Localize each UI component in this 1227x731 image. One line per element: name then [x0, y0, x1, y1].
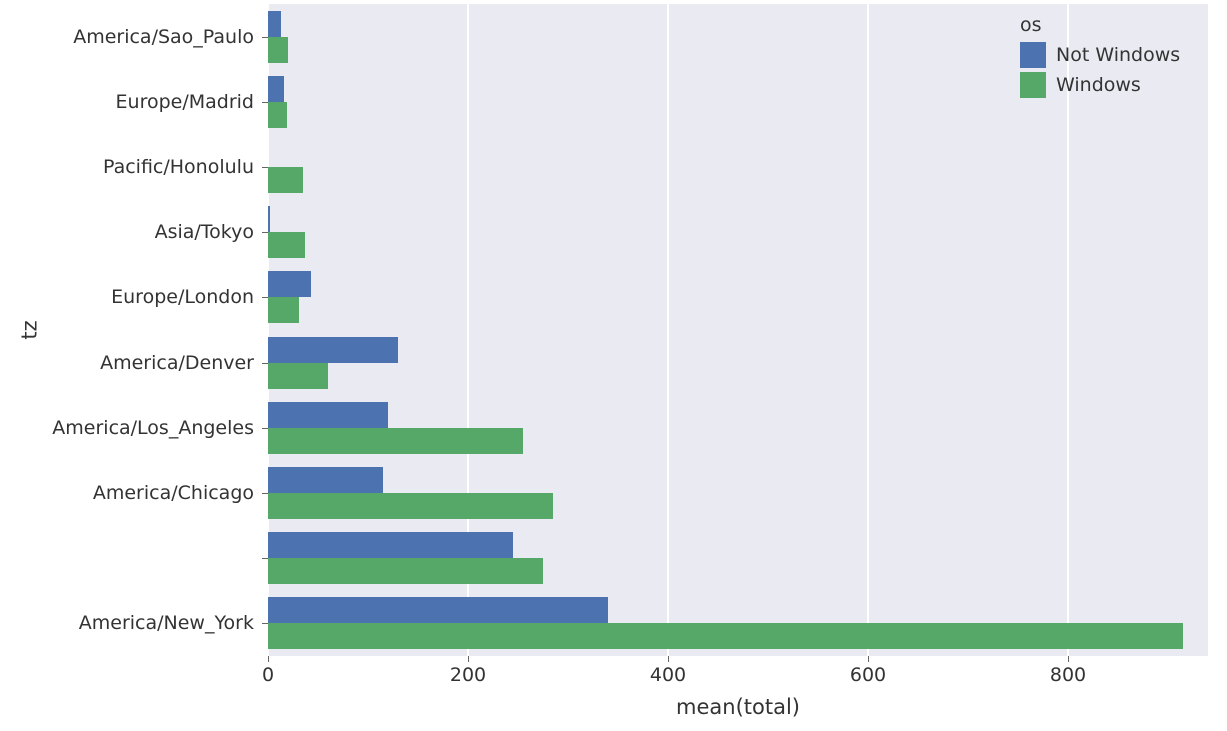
legend-label-windows: Windows [1056, 74, 1141, 96]
x-tick-label: 800 [1050, 664, 1086, 686]
bar-windows [268, 297, 299, 323]
bar-windows [268, 363, 328, 389]
bar-not-windows [268, 337, 398, 363]
y-tick-mark [262, 428, 268, 429]
bar-not-windows [268, 271, 311, 297]
bar-not-windows [268, 206, 270, 232]
bar-windows [268, 623, 1183, 649]
bar-not-windows [268, 467, 383, 493]
x-tick-label: 600 [850, 664, 886, 686]
bar-windows [268, 167, 303, 193]
bar-not-windows [268, 76, 284, 102]
y-tick-mark [262, 493, 268, 494]
bar-windows [268, 232, 305, 258]
y-tick-label: Europe/Madrid [0, 91, 254, 113]
bar-chart: tz mean(total) os Not Windows Windows Am… [0, 0, 1227, 731]
y-axis-title-text: tz [18, 320, 42, 339]
bar-windows [268, 37, 288, 63]
legend-item-not-windows: Not Windows [1020, 42, 1210, 68]
bar-not-windows [268, 11, 281, 37]
legend: os Not Windows Windows [1020, 14, 1210, 98]
bar-windows [268, 102, 287, 128]
bar-windows [268, 558, 543, 584]
y-tick-label: Pacific/Honolulu [0, 156, 254, 178]
legend-item-windows: Windows [1020, 72, 1210, 98]
y-tick-label: Asia/Tokyo [0, 221, 254, 243]
gridline-v [867, 4, 869, 656]
x-tick-mark [668, 656, 669, 662]
plot-area [268, 4, 1208, 656]
x-tick-mark [1068, 656, 1069, 662]
y-tick-label: America/Chicago [0, 482, 254, 504]
bar-windows [268, 493, 553, 519]
bar-not-windows [268, 532, 513, 558]
gridline-v [1067, 4, 1069, 656]
gridline-v [667, 4, 669, 656]
y-tick-mark [262, 363, 268, 364]
legend-swatch-windows [1020, 72, 1046, 98]
y-tick-label: America/Denver [0, 352, 254, 374]
y-tick-label: America/Sao_Paulo [0, 26, 254, 48]
y-tick-mark [262, 37, 268, 38]
y-tick-mark [262, 102, 268, 103]
x-tick-mark [868, 656, 869, 662]
y-tick-label: America/Los_Angeles [0, 417, 254, 439]
y-tick-mark [262, 232, 268, 233]
legend-title: os [1020, 14, 1210, 36]
x-tick-label: 200 [450, 664, 486, 686]
legend-label-not-windows: Not Windows [1056, 44, 1180, 66]
y-tick-mark [262, 167, 268, 168]
bar-windows [268, 428, 523, 454]
y-tick-label: Europe/London [0, 286, 254, 308]
x-tick-label: 400 [650, 664, 686, 686]
x-tick-mark [268, 656, 269, 662]
x-tick-mark [468, 656, 469, 662]
y-tick-mark [262, 558, 268, 559]
x-tick-label: 0 [262, 664, 274, 686]
legend-swatch-not-windows [1020, 42, 1046, 68]
bar-not-windows [268, 597, 608, 623]
y-tick-mark [262, 623, 268, 624]
y-tick-mark [262, 297, 268, 298]
bar-not-windows [268, 402, 388, 428]
y-tick-label: America/New_York [0, 612, 254, 634]
x-axis-title: mean(total) [268, 695, 1208, 719]
